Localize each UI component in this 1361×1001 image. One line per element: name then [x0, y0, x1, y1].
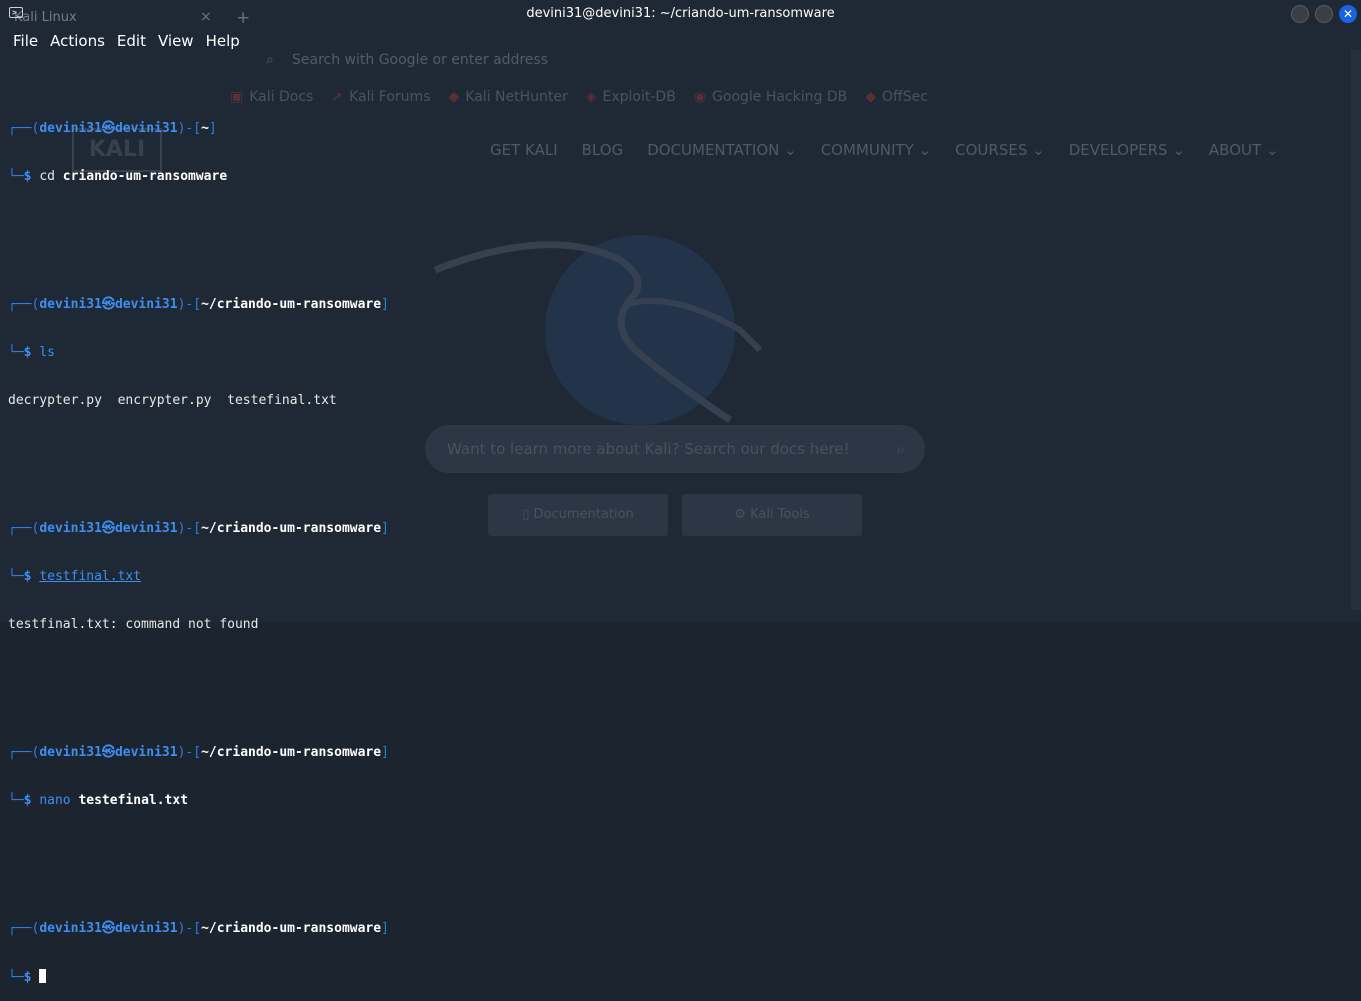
menu-actions[interactable]: Actions	[44, 30, 111, 52]
nav-item: DEVELOPERS ⌄	[1068, 141, 1185, 159]
command-line[interactable]: └─$	[8, 969, 389, 985]
menu-file[interactable]: File	[0, 30, 44, 52]
maximize-button[interactable]	[1315, 5, 1333, 23]
text-cursor	[39, 969, 47, 983]
bookmark-item: ◉ Google Hacking DB	[693, 89, 848, 105]
command-line: └─$ ls	[8, 345, 55, 360]
command-line: └─$ nano testefinal.txt	[8, 793, 189, 808]
prompt-line: ┌──(devini31㉿devini31)-[~/criando-um-ran…	[8, 521, 389, 536]
browser-address-bar: ⌕ Search with Google or enter address	[262, 52, 1361, 74]
documentation-button: ▯ Documentation	[488, 494, 668, 536]
nav-item: BLOG	[581, 141, 624, 159]
menu-bar: File Actions Edit View Help	[0, 30, 246, 52]
nav-item: DOCUMENTATION ⌄	[647, 141, 797, 159]
kali-dragon-icon	[433, 235, 763, 425]
nav-item: COMMUNITY ⌄	[820, 141, 932, 159]
nav-item: ABOUT ⌄	[1208, 141, 1279, 159]
bookmark-item: ◆ Kali NetHunter	[448, 89, 568, 105]
close-button[interactable]: ✕	[1339, 5, 1357, 23]
bookmark-item: ◆ OffSec	[865, 89, 928, 105]
gear-icon: ⚙	[734, 507, 751, 522]
bookmark-item: ◈ Exploit-DB	[585, 89, 676, 105]
search-icon: ⌕	[896, 440, 905, 458]
kali-tools-button: ⚙ Kali Tools	[682, 494, 862, 536]
prompt-line: ┌──(devini31㉿devini31)-[~/criando-um-ran…	[8, 745, 389, 760]
menu-help[interactable]: Help	[200, 30, 246, 52]
minimize-button[interactable]	[1291, 5, 1309, 23]
nav-item: GET KALI	[490, 141, 558, 159]
prompt-line: ┌──(devini31㉿devini31)-[~]	[8, 121, 217, 136]
terminal-output[interactable]: ┌──(devini31㉿devini31)-[~] └─$ cd criand…	[8, 57, 389, 1001]
book-icon: ▯	[522, 507, 534, 522]
command-output: decrypter.py encrypter.py testefinal.txt	[8, 393, 337, 408]
title-bar[interactable]: >_ devini31@devini31: ~/criando-um-ranso…	[0, 0, 1361, 28]
prompt-line: ┌──(devini31㉿devini31)-[~/criando-um-ran…	[8, 921, 389, 936]
command-line: └─$ cd criando-um-ransomware	[8, 169, 228, 184]
menu-edit[interactable]: Edit	[111, 30, 152, 52]
command-output: testfinal.txt: command not found	[8, 617, 259, 632]
window-title: devini31@devini31: ~/criando-um-ransomwa…	[526, 6, 835, 21]
menu-view[interactable]: View	[152, 30, 200, 52]
command-line: └─$ testfinal.txt	[8, 569, 142, 584]
nav-item: COURSES ⌄	[955, 141, 1045, 159]
docs-search-box: Want to learn more about Kali? Search ou…	[425, 425, 925, 473]
prompt-line: ┌──(devini31㉿devini31)-[~/criando-um-ran…	[8, 297, 389, 312]
docs-search-placeholder: Want to learn more about Kali? Search ou…	[447, 440, 850, 458]
site-nav: GET KALI BLOG DOCUMENTATION ⌄ COMMUNITY …	[490, 141, 1278, 159]
browser-scrollbar	[1351, 50, 1361, 610]
